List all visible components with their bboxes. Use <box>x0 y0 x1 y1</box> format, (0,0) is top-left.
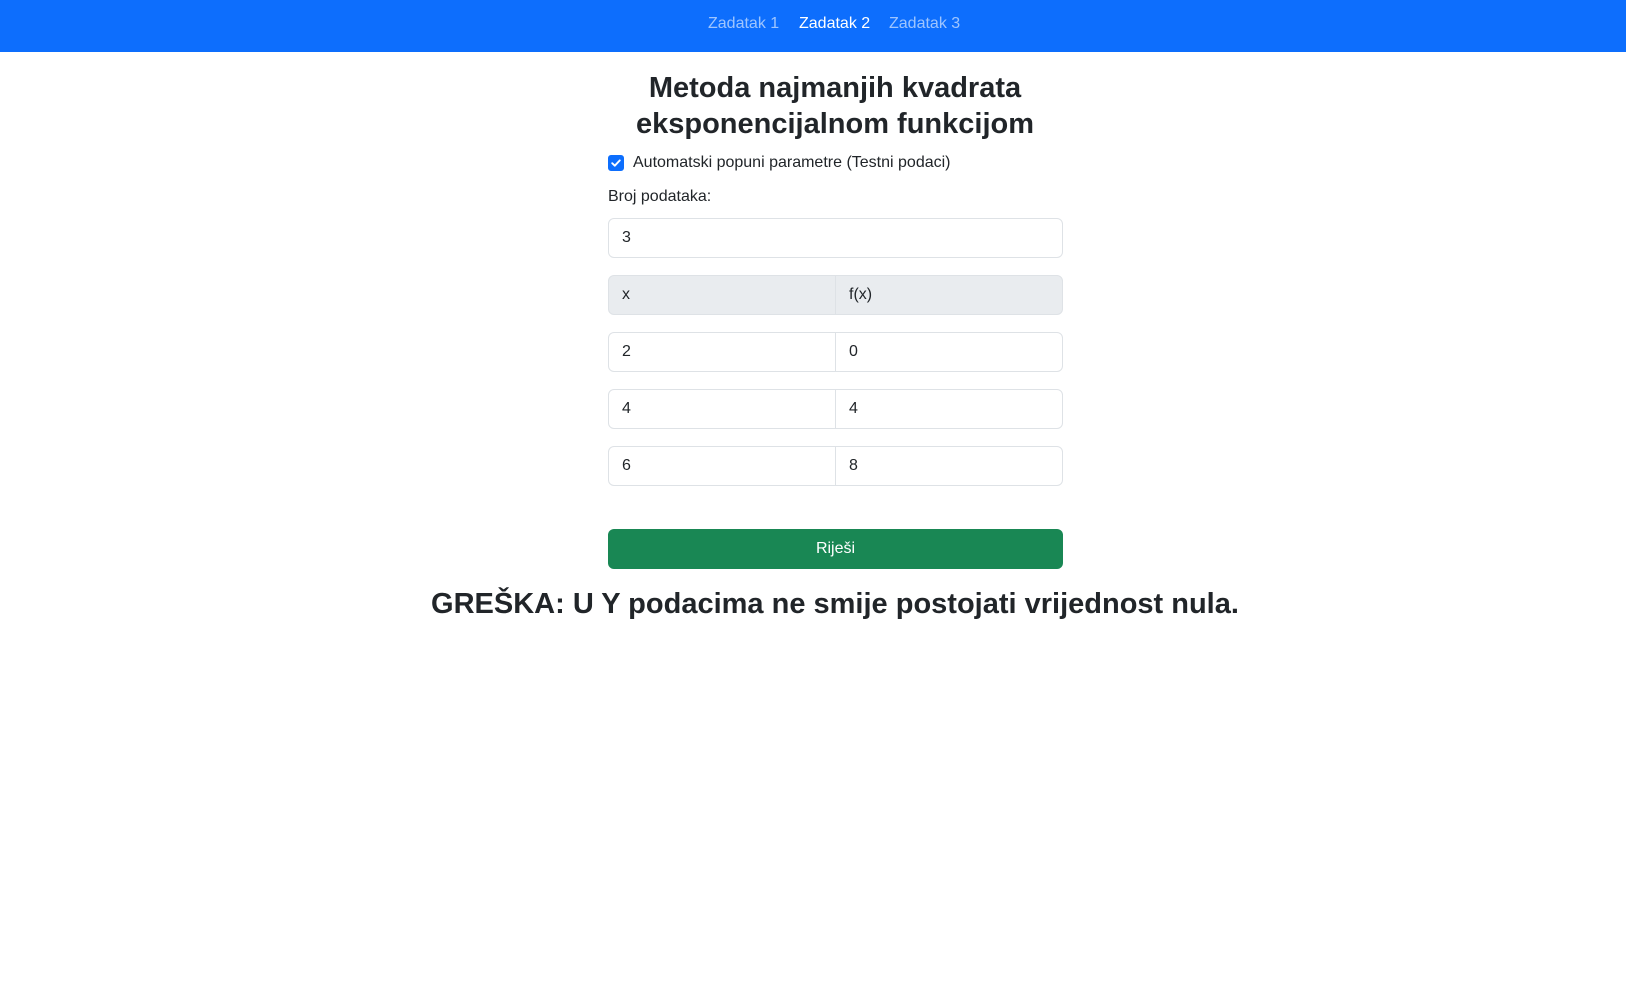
autofill-checkbox[interactable] <box>608 155 624 171</box>
autofill-label: Automatski popuni parametre (Testni poda… <box>633 154 951 171</box>
page-title: Metoda najmanjih kvadrata eksponencijaln… <box>563 70 1107 142</box>
page-title-line-1: Metoda najmanjih kvadrata <box>648 72 1022 104</box>
autofill-row: Automatski popuni parametre (Testni poda… <box>608 153 951 173</box>
checkmark-icon <box>611 159 621 167</box>
x-input-3[interactable] <box>608 446 836 486</box>
top-navbar: Zadatak 1 Zadatak 2 Zadatak 3 <box>0 0 1626 52</box>
page-title-line-2: eksponencijalnom funkcijom <box>635 108 1035 140</box>
count-label: Broj podataka: <box>608 188 712 205</box>
solve-button[interactable]: Riješi <box>608 529 1063 569</box>
column-header-x: x <box>608 275 836 315</box>
fx-input-3[interactable] <box>835 446 1063 486</box>
nav-item-zadatak-3[interactable]: Zadatak 3 <box>889 14 960 34</box>
fx-input-2[interactable] <box>835 389 1063 429</box>
error-message: GREŠKA: U Y podacima ne smije postojati … <box>431 588 1239 620</box>
x-input-1[interactable] <box>608 332 836 372</box>
nav-item-zadatak-1[interactable]: Zadatak 1 <box>708 14 779 34</box>
count-input[interactable] <box>608 218 1063 258</box>
nav-item-zadatak-2[interactable]: Zadatak 2 <box>799 14 870 34</box>
fx-input-1[interactable] <box>835 332 1063 372</box>
x-input-2[interactable] <box>608 389 836 429</box>
column-header-fx: f(x) <box>835 275 1063 315</box>
